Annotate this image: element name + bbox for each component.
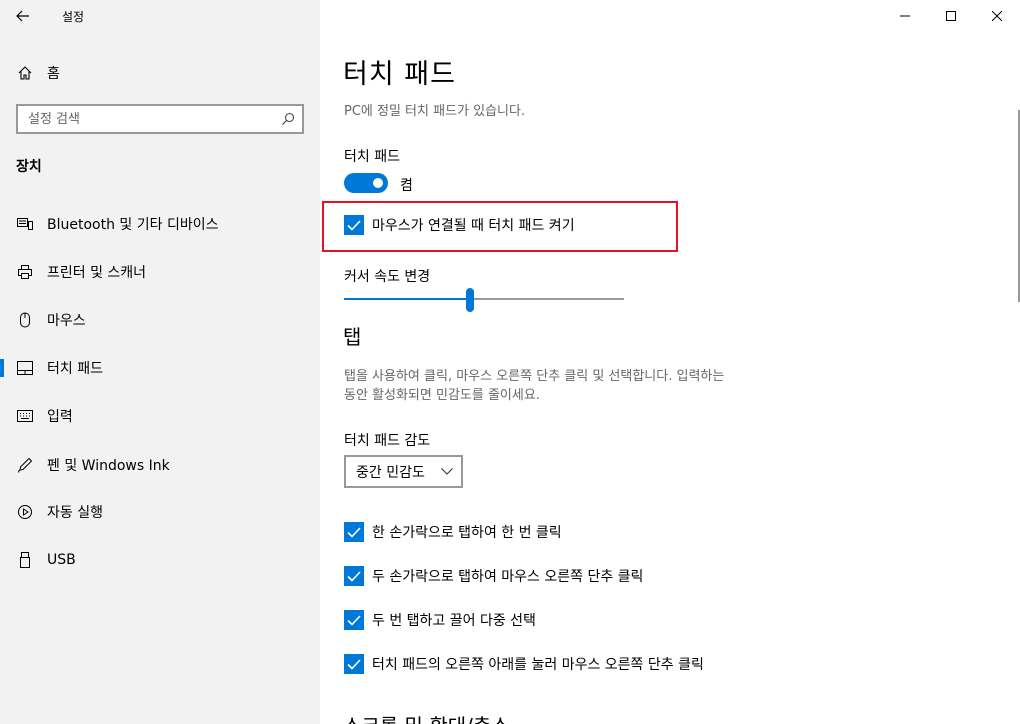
- maximize-icon: [946, 11, 956, 21]
- taps-header: 탭: [343, 325, 362, 349]
- scroll-zoom-header: 스크롤 및 확대/축소: [343, 710, 510, 724]
- touchpad-toggle[interactable]: [344, 173, 388, 193]
- sidebar-item-pen[interactable]: 펜 및 Windows Ink: [0, 445, 320, 485]
- cursor-speed-label: 커서 속도 변경: [344, 269, 431, 285]
- sensitivity-dropdown[interactable]: 중간 민감도: [344, 455, 463, 488]
- keyboard-icon: [17, 408, 33, 424]
- tap-option-checkbox[interactable]: [344, 654, 364, 674]
- tap-option-row[interactable]: 두 손가락으로 탭하여 마우스 오른쪽 단추 클릭: [344, 566, 643, 586]
- tap-option-label: 두 손가락으로 탭하여 마우스 오른쪽 단추 클릭: [372, 569, 644, 585]
- sidebar-item-label: 마우스: [47, 313, 86, 329]
- leave-on-checkbox-row[interactable]: 마우스가 연결될 때 터치 패드 켜기: [344, 215, 575, 235]
- sidebar-item-touchpad[interactable]: 터치 패드: [0, 348, 320, 388]
- leave-on-checkbox[interactable]: [344, 215, 364, 235]
- sidebar-item-typing[interactable]: 입력: [0, 396, 320, 436]
- close-button[interactable]: [974, 0, 1020, 32]
- home-icon: [17, 65, 33, 81]
- nav-home-label: 홈: [47, 66, 60, 82]
- close-icon: [992, 11, 1002, 21]
- search-box[interactable]: [16, 104, 304, 134]
- checkmark-icon: [347, 219, 361, 231]
- sidebar: 설정 홈 장치 Bluetooth 및 기타 디바이스 프린터 및 스캐너 마우…: [0, 0, 320, 724]
- sidebar-item-label: 자동 실행: [47, 505, 103, 521]
- back-button[interactable]: [0, 0, 46, 32]
- tap-option-checkbox[interactable]: [344, 610, 364, 630]
- sensitivity-value: 중간 민감도: [356, 464, 425, 481]
- touchpad-label: 터치 패드: [344, 149, 400, 165]
- sidebar-item-autoplay[interactable]: 자동 실행: [0, 492, 320, 532]
- sidebar-item-printers[interactable]: 프린터 및 스캐너: [0, 252, 320, 292]
- sidebar-item-mouse[interactable]: 마우스: [0, 300, 320, 340]
- mouse-icon: [17, 312, 33, 328]
- pen-icon: [17, 457, 33, 473]
- checkmark-icon: [347, 570, 361, 582]
- checkmark-icon: [347, 526, 361, 538]
- chevron-down-icon: [441, 468, 453, 475]
- bluetooth-devices-icon: [17, 216, 33, 232]
- titlebar: 설정: [0, 0, 320, 32]
- search-input[interactable]: [18, 111, 274, 127]
- slider-track-filled: [344, 298, 470, 300]
- sidebar-item-label: 프린터 및 스캐너: [47, 265, 147, 281]
- search-icon[interactable]: [274, 106, 302, 132]
- minimize-icon: [900, 15, 910, 17]
- sidebar-item-bluetooth[interactable]: Bluetooth 및 기타 디바이스: [0, 204, 320, 244]
- touchpad-icon: [17, 360, 33, 376]
- sidebar-item-usb[interactable]: USB: [0, 540, 320, 580]
- maximize-button[interactable]: [928, 0, 974, 32]
- touchpad-status-text: PC에 정밀 터치 패드가 있습니다.: [344, 104, 526, 119]
- checkmark-icon: [347, 658, 361, 670]
- sidebar-item-label: 입력: [47, 409, 73, 425]
- page-title: 터치 패드: [343, 59, 456, 90]
- tap-option-row[interactable]: 두 번 탭하고 끌어 다중 선택: [344, 610, 536, 630]
- usb-icon: [17, 552, 33, 568]
- slider-thumb[interactable]: [466, 288, 474, 312]
- tap-option-row[interactable]: 터치 패드의 오른쪽 아래를 눌러 마우스 오른쪽 단추 클릭: [344, 654, 704, 674]
- nav-home[interactable]: 홈: [0, 56, 320, 90]
- window-controls: [882, 0, 1020, 32]
- tap-option-checkbox[interactable]: [344, 566, 364, 586]
- tap-option-label: 터치 패드의 오른쪽 아래를 눌러 마우스 오른쪽 단추 클릭: [372, 657, 704, 673]
- toggle-knob: [373, 178, 383, 188]
- cursor-speed-slider[interactable]: [344, 288, 624, 312]
- tap-option-checkbox[interactable]: [344, 522, 364, 542]
- main-content: 터치 패드 PC에 정밀 터치 패드가 있습니다. 터치 패드 켬 마우스가 연…: [320, 32, 1020, 724]
- autoplay-icon: [17, 504, 33, 520]
- leave-on-label: 마우스가 연결될 때 터치 패드 켜기: [372, 218, 575, 234]
- sensitivity-label: 터치 패드 감도: [344, 433, 431, 449]
- sidebar-item-label: 터치 패드: [47, 361, 103, 377]
- slider-track-empty: [470, 298, 624, 300]
- tap-option-row[interactable]: 한 손가락으로 탭하여 한 번 클릭: [344, 522, 562, 542]
- sidebar-item-label: 펜 및 Windows Ink: [47, 458, 170, 474]
- minimize-button[interactable]: [882, 0, 928, 32]
- printer-icon: [17, 264, 33, 280]
- taps-description-line2: 동안 활성화되면 민감도를 줄이세요.: [344, 388, 540, 403]
- section-title: 장치: [16, 159, 42, 175]
- taps-description-line1: 탭을 사용하여 클릭, 마우스 오른쪽 단추 클릭 및 선택합니다. 입력하는: [344, 369, 725, 384]
- checkmark-icon: [347, 614, 361, 626]
- sidebar-item-label: Bluetooth 및 기타 디바이스: [47, 217, 219, 233]
- back-arrow-icon: [16, 10, 29, 22]
- tap-option-label: 두 번 탭하고 끌어 다중 선택: [372, 613, 536, 629]
- tap-option-label: 한 손가락으로 탭하여 한 번 클릭: [372, 525, 562, 541]
- sidebar-item-label: USB: [47, 552, 76, 568]
- toggle-state-label: 켬: [400, 178, 413, 194]
- app-title: 설정: [62, 9, 85, 24]
